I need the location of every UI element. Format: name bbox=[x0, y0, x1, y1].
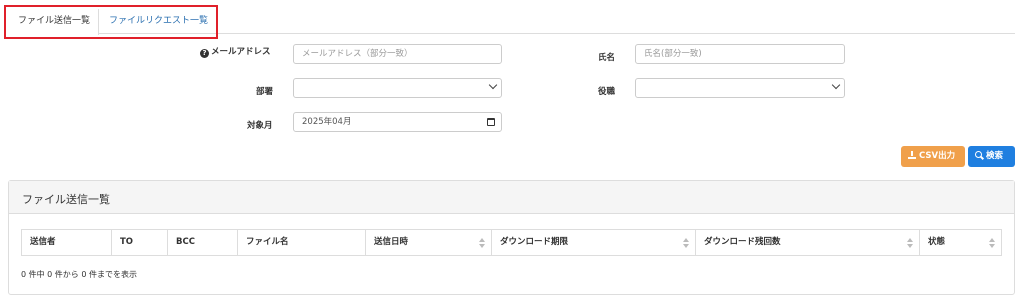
question-circle-icon[interactable]: ? bbox=[200, 49, 209, 58]
department-select[interactable] bbox=[293, 78, 502, 98]
column-header-download-remaining[interactable]: ダウンロード残回数 bbox=[696, 230, 920, 255]
name-field[interactable]: 氏名(部分一致) bbox=[635, 44, 845, 64]
email-label: ? メールアドレス bbox=[200, 45, 271, 58]
file-send-list-panel: ファイル送信一覧 送信者 TO BCC ファイル名 送信日時 ダウンロード期限 … bbox=[8, 180, 1015, 295]
search-button[interactable]: 検索 bbox=[968, 146, 1015, 167]
calendar-icon[interactable] bbox=[487, 118, 495, 126]
sort-icon bbox=[479, 238, 485, 248]
panel-title: ファイル送信一覧 bbox=[22, 193, 110, 206]
sort-icon bbox=[989, 238, 995, 248]
panel-header: ファイル送信一覧 bbox=[9, 181, 1014, 214]
sort-icon bbox=[907, 238, 913, 248]
target-month-label: 対象月 bbox=[247, 121, 273, 131]
column-header-bcc[interactable]: BCC bbox=[168, 230, 238, 255]
sort-icon bbox=[683, 238, 689, 248]
download-icon bbox=[908, 151, 916, 159]
name-label: 氏名 bbox=[598, 53, 616, 63]
column-header-sender[interactable]: 送信者 bbox=[22, 230, 112, 255]
column-header-download-deadline[interactable]: ダウンロード期限 bbox=[492, 230, 696, 255]
column-header-filename[interactable]: ファイル名 bbox=[238, 230, 366, 255]
department-label: 部署 bbox=[256, 87, 274, 97]
email-field[interactable]: メールアドレス（部分一致） bbox=[293, 44, 502, 64]
target-month-field[interactable]: 2025年04月 bbox=[293, 112, 502, 132]
table-info-text: 0 件中 0 件から 0 件までを表示 bbox=[21, 270, 137, 279]
chevron-down-icon bbox=[488, 80, 498, 90]
chevron-down-icon bbox=[831, 80, 841, 90]
file-send-table: 送信者 TO BCC ファイル名 送信日時 ダウンロード期限 ダウンロード残回数… bbox=[21, 229, 1002, 256]
column-header-sent-datetime[interactable]: 送信日時 bbox=[366, 230, 492, 255]
csv-export-button[interactable]: CSV出力 bbox=[901, 146, 965, 167]
column-header-to[interactable]: TO bbox=[112, 230, 168, 255]
search-icon bbox=[975, 151, 983, 159]
column-header-status[interactable]: 状態 bbox=[920, 230, 1001, 255]
tab-highlight-box bbox=[4, 5, 218, 39]
position-select[interactable] bbox=[635, 78, 845, 98]
position-label: 役職 bbox=[598, 87, 616, 97]
